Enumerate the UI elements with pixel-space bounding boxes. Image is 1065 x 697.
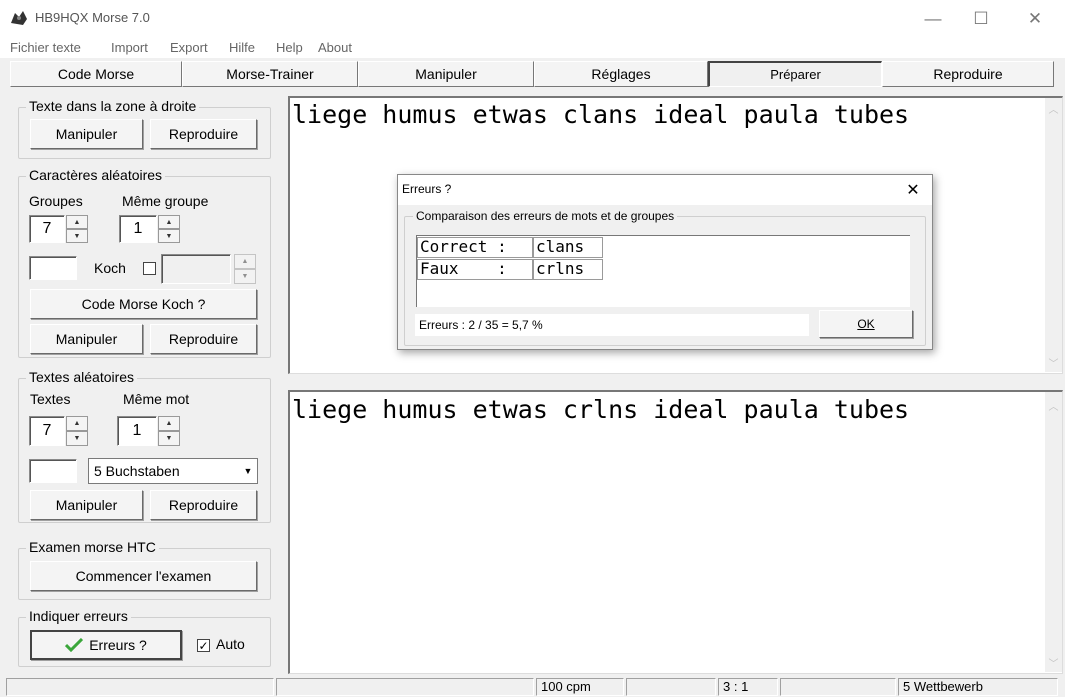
status-mode: 5 Wettbewerb: [898, 678, 1058, 696]
tab-code-morse[interactable]: Code Morse: [10, 61, 182, 87]
spin-down-icon[interactable]: ▼: [234, 269, 256, 284]
same-group-value[interactable]: 1: [119, 215, 157, 243]
status-ratio: 3 : 1: [718, 678, 778, 696]
close-button[interactable]: ✕: [1012, 0, 1058, 38]
random-texts-manipulate-button[interactable]: Manipuler: [30, 490, 143, 520]
spin-down-icon[interactable]: ▼: [66, 431, 88, 446]
random-chars-group-title: Caractères aléatoires: [26, 167, 166, 183]
maximize-icon: ☐: [973, 9, 989, 28]
koch-label: Koch: [94, 260, 126, 276]
status-speed: 100 cpm: [536, 678, 624, 696]
menu-help[interactable]: Help: [276, 40, 303, 55]
random-chars-reproduce-button[interactable]: Reproduire: [150, 324, 257, 354]
title-bar: [0, 0, 1065, 38]
same-group-spinner[interactable]: ▲ ▼: [158, 215, 180, 243]
status-segment-4: [626, 678, 716, 696]
dialog-compare-title: Comparaison des erreurs de mots et de gr…: [413, 209, 678, 223]
top-text: liege humus etwas clans ideal paula tube…: [292, 100, 910, 129]
texts-spinner[interactable]: ▲ ▼: [66, 416, 88, 446]
check-icon: [65, 638, 84, 652]
tab-morse-trainer[interactable]: Morse-Trainer: [182, 61, 358, 87]
tab-reproduire[interactable]: Reproduire: [882, 61, 1054, 87]
top-scrollbar[interactable]: [1045, 98, 1062, 372]
menu-bar: [0, 38, 1065, 58]
scroll-up-icon[interactable]: ︿: [1045, 397, 1062, 414]
random-chars-manipulate-button[interactable]: Manipuler: [30, 324, 143, 354]
bottom-text-area[interactable]: [288, 390, 1063, 674]
random-texts-reproduce-button[interactable]: Reproduire: [150, 490, 257, 520]
menu-hilfe[interactable]: Hilfe: [229, 40, 255, 55]
minimize-icon: —: [924, 9, 942, 28]
spin-up-icon[interactable]: ▲: [158, 416, 180, 431]
same-group-label: Même groupe: [122, 193, 209, 209]
ok-button[interactable]: OK: [819, 310, 913, 338]
scroll-down-icon[interactable]: ﹀: [1045, 354, 1062, 371]
correct-label: Correct :: [417, 237, 533, 258]
errors-button[interactable]: Erreurs ?: [30, 630, 182, 660]
auto-label: Auto: [216, 636, 245, 652]
status-segment-1: [6, 678, 274, 696]
spin-down-icon[interactable]: ▼: [158, 229, 180, 243]
groups-spinner[interactable]: ▲ ▼: [66, 215, 88, 243]
close-icon: ✕: [1027, 9, 1043, 28]
koch-morse-button[interactable]: Code Morse Koch ?: [30, 289, 257, 319]
dialog-title-bar: [398, 175, 932, 205]
groups-label: Groupes: [29, 193, 83, 209]
tab-manipuler[interactable]: Manipuler: [358, 61, 534, 87]
scroll-up-icon[interactable]: ︿: [1045, 100, 1062, 117]
minimize-button[interactable]: —: [910, 0, 956, 38]
same-word-value[interactable]: 1: [117, 416, 157, 446]
koch-checkbox[interactable]: [143, 262, 156, 275]
exam-group-title: Examen morse HTC: [26, 539, 159, 555]
app-logo-icon: [11, 11, 27, 25]
wrong-label: Faux :: [417, 259, 533, 280]
bottom-text: liege humus etwas crlns ideal paula tube…: [292, 395, 910, 424]
text-zone-group-title: Texte dans la zone à droite: [26, 98, 200, 114]
correct-value: clans: [533, 237, 603, 258]
spin-up-icon[interactable]: ▲: [66, 215, 88, 229]
random-texts-group-title: Textes aléatoires: [26, 369, 138, 385]
bottom-scrollbar[interactable]: [1045, 392, 1062, 672]
chevron-down-icon[interactable]: ▼: [239, 460, 257, 482]
status-segment-6: [780, 678, 896, 696]
spin-down-icon[interactable]: ▼: [66, 229, 88, 243]
koch-level-spinner[interactable]: ▲ ▼: [234, 254, 256, 284]
maximize-button[interactable]: ☐: [958, 0, 1004, 38]
menu-import[interactable]: Import: [111, 40, 148, 55]
errors-group-title: Indiquer erreurs: [26, 608, 131, 624]
wrong-value: crlns: [533, 259, 603, 280]
text-zone-reproduce-button[interactable]: Reproduire: [150, 119, 257, 149]
menu-export[interactable]: Export: [170, 40, 208, 55]
text-count-field[interactable]: [29, 459, 77, 483]
letters-dropdown-value: 5 Buchstaben: [94, 463, 180, 479]
dialog-close-icon[interactable]: ✕: [898, 178, 928, 202]
dialog-title: Erreurs ?: [402, 182, 452, 196]
auto-checkbox[interactable]: ✓: [197, 639, 210, 652]
spin-up-icon[interactable]: ▲: [234, 254, 256, 269]
spin-up-icon[interactable]: ▲: [66, 416, 88, 431]
same-word-label: Même mot: [123, 391, 190, 407]
start-exam-button[interactable]: Commencer l'examen: [30, 561, 257, 591]
text-zone-manipulate-button[interactable]: Manipuler: [30, 119, 143, 149]
same-word-spinner[interactable]: ▲ ▼: [158, 416, 180, 446]
error-rate-text: Erreurs : 2 / 35 = 5,7 %: [415, 314, 809, 336]
errors-button-label: Erreurs ?: [89, 637, 147, 653]
letters-dropdown[interactable]: 5 Buchstaben ▼: [88, 458, 258, 484]
menu-about[interactable]: About: [318, 40, 352, 55]
groups-value[interactable]: 7: [29, 215, 65, 243]
status-segment-2: [276, 678, 534, 696]
errors-dialog: Erreurs ? ✕ Comparaison des erreurs de m…: [397, 174, 933, 350]
texts-value[interactable]: 7: [29, 416, 65, 446]
menu-fichier-texte[interactable]: Fichier texte: [10, 40, 81, 55]
texts-label: Textes: [30, 391, 71, 407]
window-title: HB9HQX Morse 7.0: [35, 10, 150, 25]
spin-down-icon[interactable]: ▼: [158, 431, 180, 446]
tab-reglages[interactable]: Réglages: [534, 61, 708, 87]
koch-level-field[interactable]: [161, 254, 231, 284]
koch-count-field[interactable]: [29, 256, 77, 280]
spin-up-icon[interactable]: ▲: [158, 215, 180, 229]
scroll-down-icon[interactable]: ﹀: [1045, 654, 1062, 671]
tab-preparer[interactable]: Préparer: [708, 61, 882, 87]
